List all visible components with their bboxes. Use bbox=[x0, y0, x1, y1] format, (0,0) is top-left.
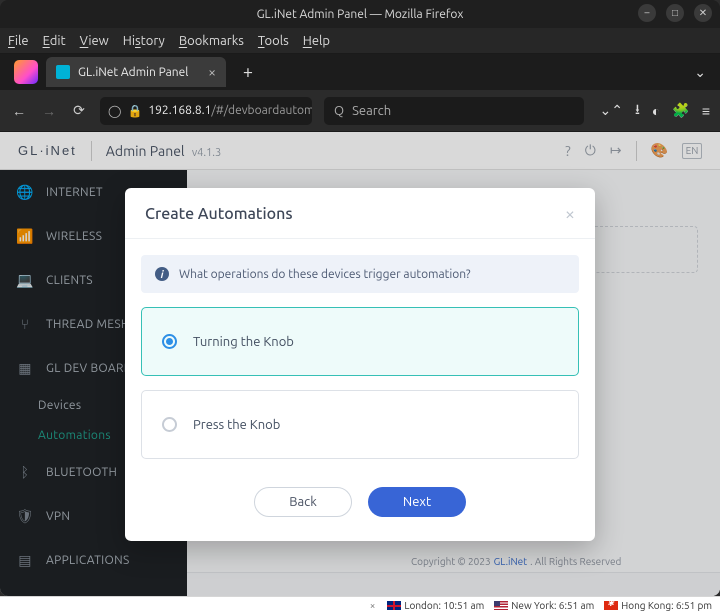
new-tab-button[interactable]: + bbox=[234, 58, 262, 86]
app-menu-button[interactable]: ≡ bbox=[702, 103, 710, 119]
clock-london: London: 10:51 am bbox=[387, 600, 484, 611]
option-press-knob[interactable]: Press the Knob bbox=[141, 390, 579, 459]
firefox-icon bbox=[14, 60, 38, 84]
nav-back-button[interactable]: ← bbox=[10, 103, 28, 119]
tabstrip: GL.iNet Admin Panel × + ⌄ bbox=[0, 54, 720, 90]
world-clock-bar: × London: 10:51 am New York: 6:51 am Hon… bbox=[0, 596, 720, 614]
info-banner: i What operations do these devices trigg… bbox=[141, 255, 579, 293]
menu-edit[interactable]: Edit bbox=[43, 34, 66, 48]
clockbar-close-icon[interactable]: × bbox=[370, 600, 376, 611]
option-turning-knob[interactable]: Turning the Knob bbox=[141, 307, 579, 376]
menu-tools[interactable]: Tools bbox=[258, 34, 289, 48]
tabs-overflow-button[interactable]: ⌄ bbox=[694, 64, 706, 81]
next-button[interactable]: Next bbox=[368, 487, 466, 517]
radio-icon bbox=[162, 334, 177, 349]
browser-viewport: GL·iNet Admin Panel v4.1.3 ? ⏻ ↦ 🎨 EN 🌐I… bbox=[0, 132, 720, 596]
account-icon[interactable]: ◐ bbox=[652, 103, 660, 119]
info-text: What operations do these devices trigger… bbox=[179, 268, 471, 281]
urlbar: ← → ⟳ ◯ 🔒 192.168.8.1/#/devboardautom ☆ … bbox=[0, 90, 720, 132]
tab-close-button[interactable]: × bbox=[208, 64, 216, 80]
menu-file[interactable]: File bbox=[8, 34, 29, 48]
radio-icon bbox=[162, 417, 177, 432]
shield-icon: ◯ bbox=[108, 104, 121, 118]
address-field[interactable]: ◯ 🔒 192.168.8.1/#/devboardautom ☆ bbox=[100, 97, 312, 125]
tab-favicon-icon bbox=[56, 65, 70, 79]
modal-close-button[interactable]: × bbox=[565, 204, 575, 224]
clock-hongkong: Hong Kong: 6:51 pm bbox=[604, 600, 712, 611]
create-automations-modal: Create Automations × i What operations d… bbox=[125, 188, 595, 541]
search-placeholder: Search bbox=[352, 104, 391, 118]
pocket-icon[interactable]: ⌄⌃ bbox=[600, 102, 623, 119]
browser-tab[interactable]: GL.iNet Admin Panel × bbox=[46, 57, 226, 87]
tab-title: GL.iNet Admin Panel bbox=[78, 66, 188, 79]
modal-title: Create Automations bbox=[145, 205, 293, 223]
uk-flag-icon bbox=[387, 601, 401, 610]
option-label: Press the Knob bbox=[193, 418, 280, 432]
downloads-icon[interactable]: ⭳ bbox=[635, 99, 640, 123]
url-text: 192.168.8.1/#/devboardautom bbox=[148, 104, 312, 117]
window-maximize-button[interactable]: □ bbox=[666, 4, 684, 22]
nav-forward-button[interactable]: → bbox=[40, 103, 58, 119]
menu-help[interactable]: Help bbox=[303, 34, 330, 48]
search-field[interactable]: Q Search bbox=[324, 97, 584, 125]
window-close-button[interactable]: ✕ bbox=[694, 4, 712, 22]
window-title: GL.iNet Admin Panel — Mozilla Firefox bbox=[257, 8, 464, 21]
nav-reload-button[interactable]: ⟳ bbox=[70, 102, 88, 119]
menu-view[interactable]: View bbox=[80, 34, 109, 48]
menubar: File Edit View History Bookmarks Tools H… bbox=[0, 28, 720, 54]
clock-newyork: New York: 6:51 am bbox=[494, 600, 594, 611]
info-icon: i bbox=[155, 267, 169, 281]
window-titlebar: GL.iNet Admin Panel — Mozilla Firefox – … bbox=[0, 0, 720, 28]
option-label: Turning the Knob bbox=[193, 335, 294, 349]
lock-icon: 🔒 bbox=[127, 104, 142, 118]
back-button[interactable]: Back bbox=[254, 487, 352, 517]
window-minimize-button[interactable]: – bbox=[638, 4, 656, 22]
hk-flag-icon bbox=[604, 601, 618, 610]
menu-history[interactable]: History bbox=[123, 34, 165, 48]
menu-bookmarks[interactable]: Bookmarks bbox=[179, 34, 244, 48]
extensions-icon[interactable]: 🧩 bbox=[672, 102, 689, 119]
us-flag-icon bbox=[494, 601, 508, 610]
search-icon: Q bbox=[334, 104, 344, 118]
